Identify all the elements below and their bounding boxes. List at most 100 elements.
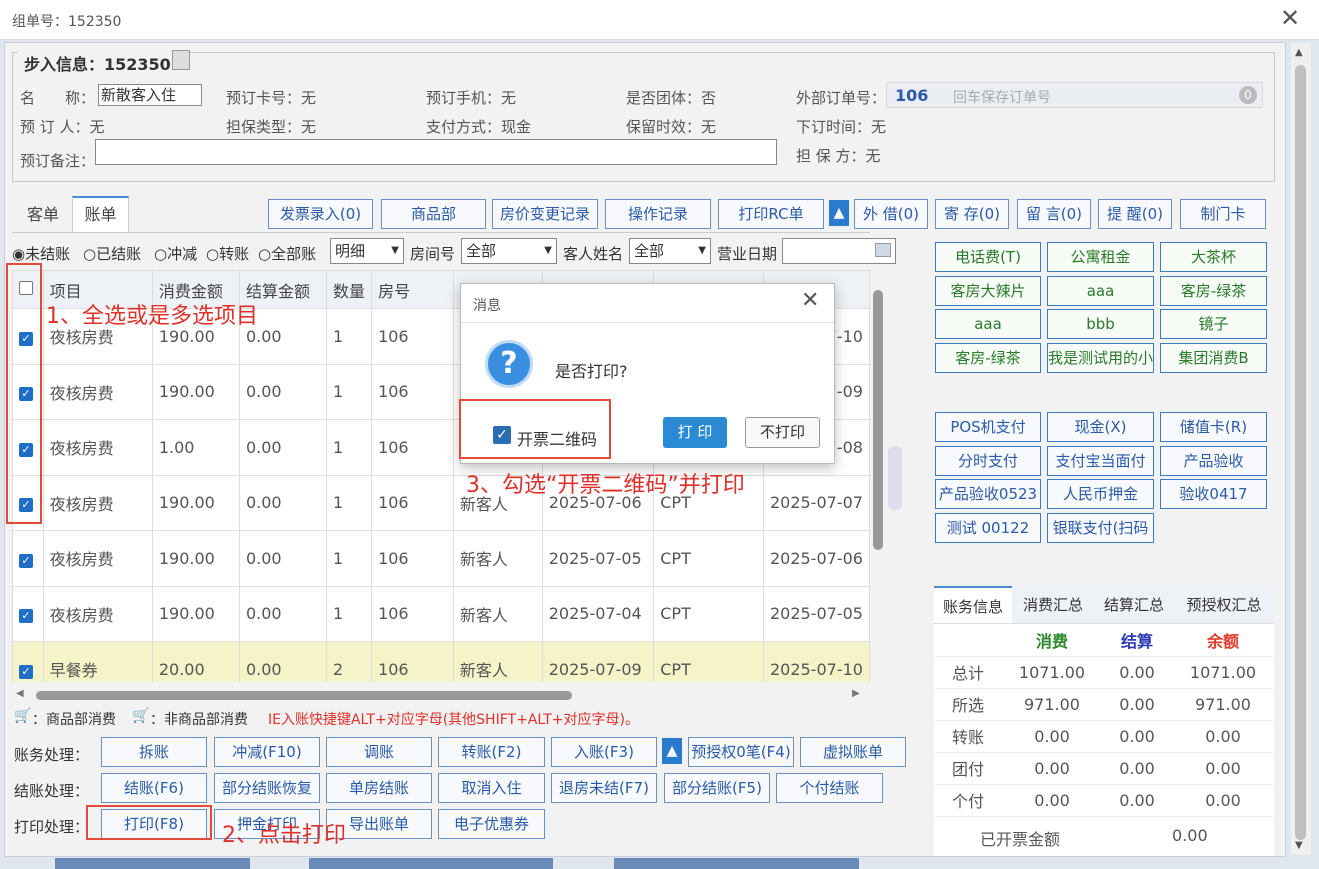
payment-button[interactable]: 测试 00122 — [935, 513, 1041, 543]
radio-transfer-label: 转账 — [219, 245, 250, 263]
table-row[interactable]: ✓ 夜核房费 190.00 0.00 1 106 新客人 2025-07-04 CPT 2025-… — [12, 585, 870, 642]
preauth-button[interactable]: 预授权0笔(F4) — [688, 737, 794, 767]
tab-bill[interactable]: 账单 — [72, 196, 129, 232]
tab-guest[interactable]: 客单 — [14, 198, 72, 234]
cell: 1 — [326, 585, 373, 642]
row-checkbox[interactable]: ✓ — [19, 664, 33, 679]
tab-settle-summary[interactable]: 结算汇总 — [1094, 586, 1174, 623]
row-checkbox[interactable]: ✓ — [19, 609, 33, 624]
table-row[interactable]: ✓ 夜核房费 190.00 0.00 1 106 新客人 2025-07-05 CPT 2025-… — [12, 530, 870, 587]
radio-settled[interactable]: ○已结账 — [83, 243, 141, 264]
goods-button[interactable]: aaa — [935, 309, 1041, 339]
tab-consume-summary[interactable]: 消费汇总 — [1012, 586, 1094, 623]
table-row[interactable]: ✓ 早餐券 20.00 0.00 2 106 新客人 2025-07-09 CPT 2025-07… — [12, 641, 870, 682]
invoice-entry-button[interactable]: 发票录入(0) — [268, 199, 373, 229]
single-room-settle-button[interactable]: 单房结账 — [326, 773, 432, 803]
goods-button[interactable]: 公寓租金 — [1047, 242, 1154, 272]
payment-button[interactable]: 现金(X) — [1047, 412, 1154, 442]
payment-button[interactable]: 产品验收 — [1160, 446, 1267, 476]
name-input[interactable]: 新散客入住 — [98, 84, 202, 106]
goods-button[interactable]: 镜子 — [1160, 309, 1267, 339]
room-select[interactable]: 全部 ▼ — [461, 238, 557, 264]
radio-unsettled[interactable]: ◉未结账 — [12, 243, 70, 264]
payment-button[interactable]: 验收0417 — [1160, 479, 1267, 509]
radio-offset[interactable]: ○冲减 — [154, 243, 197, 264]
borrow-button[interactable]: 外 借(0) — [854, 199, 928, 229]
goods-button[interactable]: bbb — [1047, 309, 1154, 339]
message-button[interactable]: 留 言(0) — [1017, 199, 1091, 229]
tab-preauth-summary[interactable]: 预授权汇总 — [1174, 586, 1274, 623]
deposit-button[interactable]: 寄 存(0) — [935, 199, 1009, 229]
door-card-button[interactable]: 制门卡 — [1180, 199, 1266, 229]
payment-button[interactable]: 分时支付 — [935, 446, 1041, 476]
adjust-button[interactable]: 调账 — [326, 737, 432, 767]
payment-button[interactable]: 人民币押金 — [1047, 479, 1154, 509]
partial-settle-button[interactable]: 部分结账(F5) — [664, 773, 770, 803]
payment-button[interactable]: POS机支付 — [935, 412, 1041, 442]
partial-restore-button[interactable]: 部分结账恢复 — [214, 773, 320, 803]
cell: 0.00 — [238, 363, 328, 420]
vertical-scrollbar[interactable]: ▲ ▼ — [1291, 43, 1311, 855]
side-collapse-handle[interactable] — [888, 446, 902, 510]
arrow-up-icon[interactable]: ▲ — [662, 738, 682, 764]
goods-button[interactable]: 客房大辣片 — [935, 276, 1041, 306]
dialog-close-icon[interactable]: ✕ — [801, 288, 819, 313]
date-input[interactable] — [782, 238, 896, 264]
row-checkbox[interactable]: ✓ — [19, 553, 33, 568]
col-header[interactable]: 数量 — [326, 270, 373, 309]
payment-button[interactable]: 储值卡(R) — [1160, 412, 1267, 442]
sum-cell: 0.00 — [1172, 784, 1274, 817]
remark-input[interactable] — [95, 139, 777, 165]
print-confirm-button[interactable]: 打 印 — [663, 417, 727, 448]
goods-dept-button[interactable]: 商品部 — [381, 199, 486, 229]
split-bill-button[interactable]: 拆账 — [101, 737, 207, 767]
detail-select[interactable]: 明细 ▼ — [330, 238, 404, 264]
goods-button[interactable]: aaa — [1047, 276, 1154, 306]
post-button[interactable]: 入账(F3) — [551, 737, 657, 767]
grid-vscroll[interactable] — [870, 270, 886, 682]
payment-button[interactable]: 银联支付(扫码 — [1047, 513, 1154, 543]
price-change-button[interactable]: 房价变更记录 — [492, 199, 598, 229]
offset-button[interactable]: 冲减(F10) — [214, 737, 320, 767]
ext-order-input[interactable]: 106 回车保存订单号 0 — [886, 82, 1263, 108]
scroll-down-icon[interactable]: ▼ — [1295, 840, 1303, 851]
goods-button[interactable]: 我是测试用的小 — [1047, 343, 1154, 373]
print-rc-button[interactable]: 打印RC单 — [718, 199, 824, 229]
guest-select[interactable]: 全部 ▼ — [629, 238, 711, 264]
cancel-checkin-button[interactable]: 取消入住 — [438, 773, 545, 803]
virtual-bill-button[interactable]: 虚拟账单 — [800, 737, 906, 767]
checkout-button[interactable]: 结账(F6) — [101, 773, 207, 803]
arrow-up-icon[interactable]: ▲ — [829, 200, 849, 226]
close-icon[interactable]: ✕ — [1280, 4, 1300, 32]
checkout-unsettled-button[interactable]: 退房未结(F7) — [551, 773, 657, 803]
scroll-thumb[interactable] — [1295, 65, 1306, 840]
calendar-icon[interactable] — [875, 243, 891, 257]
transfer-button[interactable]: 转账(F2) — [438, 737, 545, 767]
no-print-button[interactable]: 不打印 — [745, 417, 820, 448]
scroll-up-icon[interactable]: ▲ — [1295, 47, 1303, 58]
radio-transfer[interactable]: ○转账 — [206, 243, 249, 264]
grid-hscroll-thumb[interactable] — [36, 691, 572, 700]
goods-button[interactable]: 客房-绿茶 — [1160, 276, 1267, 306]
grid-vscroll-thumb[interactable] — [873, 290, 883, 550]
goods-button[interactable]: 大茶杯 — [1160, 242, 1267, 272]
operation-log-button[interactable]: 操作记录 — [605, 199, 711, 229]
tab-account-info[interactable]: 账务信息 — [934, 586, 1012, 623]
payment-button[interactable]: 产品验收0523 — [935, 479, 1041, 509]
radio-all[interactable]: ○全部账 — [258, 243, 316, 264]
remind-button[interactable]: 提 醒(0) — [1098, 199, 1172, 229]
e-coupon-button[interactable]: 电子优惠券 — [438, 809, 545, 839]
col-header[interactable]: 房号 — [371, 270, 454, 309]
scroll-left-icon[interactable]: ◀ — [16, 688, 24, 699]
payment-button[interactable]: 支付宝当面付 — [1047, 446, 1154, 476]
grid-hscroll[interactable]: ◀ ▶ — [12, 686, 870, 704]
goods-button[interactable]: 客房-绿茶 — [935, 343, 1041, 373]
goods-button[interactable]: 集团消费B — [1160, 343, 1267, 373]
copy-icon[interactable] — [172, 50, 190, 70]
summary-table: 消费 结算 余额 总计 1071.00 0.00 1071.00 所选 971.00 0.00… — [934, 624, 1274, 817]
guarantee-type-label: 担保类型：无 — [226, 118, 317, 136]
goods-button[interactable]: 电话费(T) — [935, 242, 1041, 272]
sum-cell: 0.00 — [1002, 784, 1102, 817]
personal-pay-settle-button[interactable]: 个付结账 — [776, 773, 883, 803]
scroll-right-icon[interactable]: ▶ — [852, 688, 860, 699]
